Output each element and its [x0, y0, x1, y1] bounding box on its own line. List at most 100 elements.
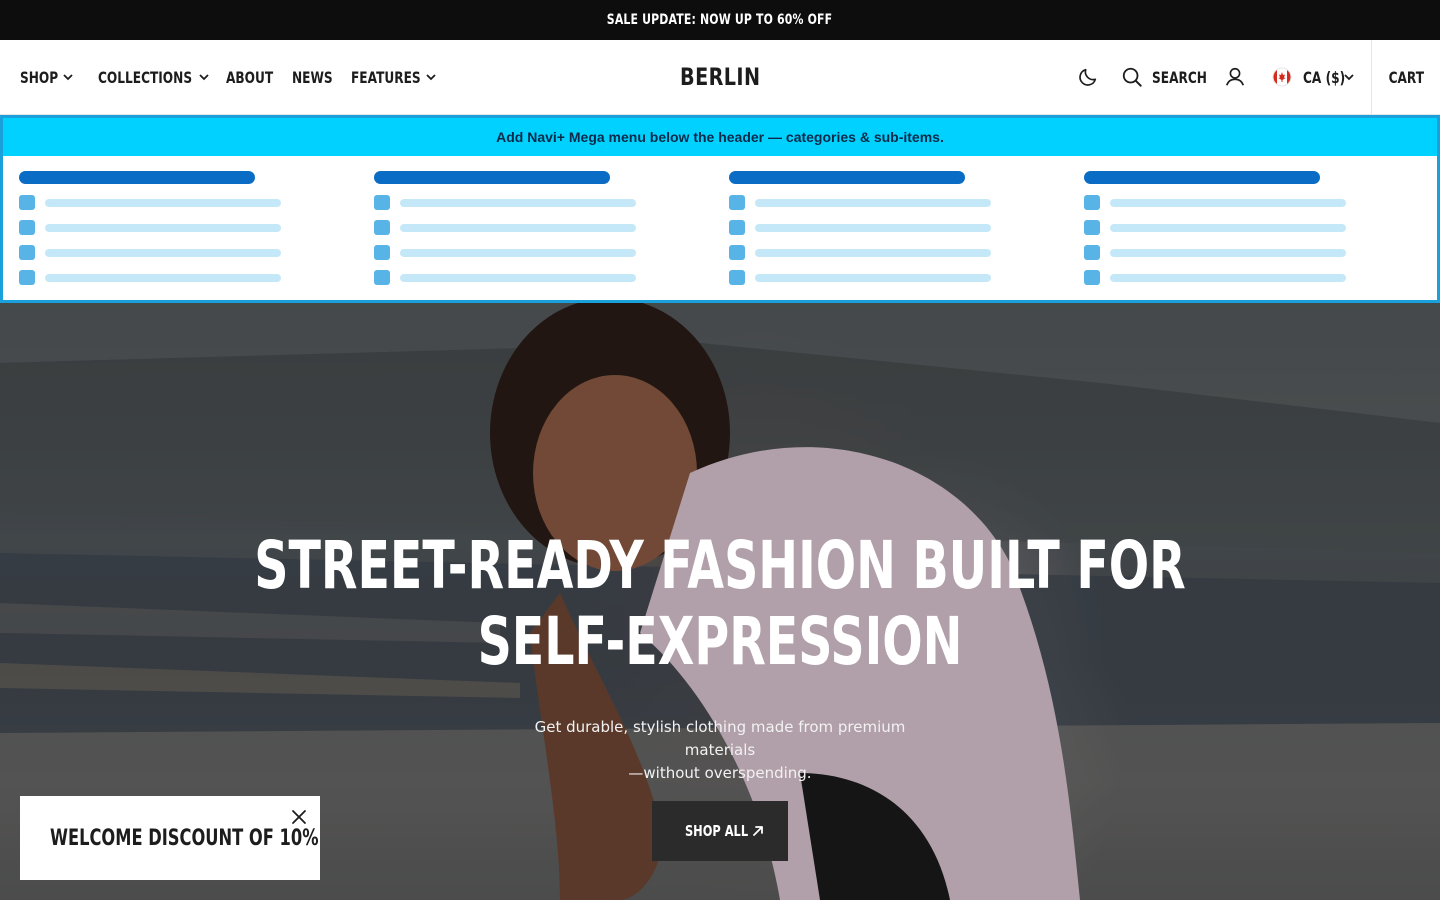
item-line: [755, 198, 991, 207]
item-square: [374, 195, 390, 210]
announcement-text: SALE UPDATE: NOW UP TO 60% OFF: [607, 12, 833, 28]
close-icon[interactable]: [290, 808, 308, 826]
item-line: [45, 223, 281, 232]
mega-menu-item-placeholder: [19, 245, 319, 260]
currency-label: CA ($): [1303, 67, 1346, 87]
site-header: SHOP COLLECTIONS ABOUT NEWS FEATURES BER…: [0, 40, 1440, 115]
hero-subtitle: Get durable, stylish clothing made from …: [500, 716, 940, 785]
item-line: [1110, 223, 1346, 232]
search-button[interactable]: SEARCH: [1121, 66, 1207, 88]
item-square: [1084, 245, 1100, 260]
nav-item-label: COLLECTIONS: [98, 67, 193, 87]
item-square: [374, 220, 390, 235]
mega-menu-category-placeholder: [1084, 171, 1320, 184]
mega-menu-item-placeholder: [1084, 195, 1384, 210]
mega-menu-item-placeholder: [374, 245, 674, 260]
item-square: [374, 245, 390, 260]
mega-menu-column: [729, 171, 1029, 285]
item-line: [45, 248, 281, 257]
cart-button[interactable]: CART: [1371, 40, 1440, 114]
user-icon: [1225, 67, 1245, 86]
item-square: [729, 220, 745, 235]
chevron-down-icon: [199, 74, 209, 81]
mega-menu-banner-text: Add Navi+ Mega menu below the header — c…: [496, 129, 944, 145]
hero-subtitle-line: —without overspending.: [628, 764, 812, 782]
item-line: [400, 223, 636, 232]
item-square: [1084, 220, 1100, 235]
mega-menu-item-placeholder: [1084, 245, 1384, 260]
site-logo[interactable]: BERLIN: [680, 63, 760, 91]
mega-menu-item-placeholder: [374, 195, 674, 210]
item-line: [755, 248, 991, 257]
welcome-discount-text: WELCOME DISCOUNT OF 10%: [50, 826, 319, 851]
item-square: [19, 195, 35, 210]
mega-menu-item-placeholder: [19, 270, 319, 285]
currency-selector[interactable]: CA ($): [1272, 67, 1355, 87]
mega-menu-column: [374, 171, 674, 285]
search-label: SEARCH: [1152, 67, 1207, 87]
item-square: [729, 245, 745, 260]
header-actions: SEARCH CA ($) CART: [1077, 40, 1440, 114]
main-nav: SHOP COLLECTIONS ABOUT NEWS FEATURES: [20, 40, 441, 114]
item-square: [729, 195, 745, 210]
item-square: [374, 270, 390, 285]
item-line: [400, 248, 636, 257]
account-button[interactable]: [1224, 66, 1246, 88]
item-square: [1084, 270, 1100, 285]
nav-item-collections[interactable]: COLLECTIONS: [98, 68, 226, 87]
shop-all-button[interactable]: SHOP ALL: [652, 801, 788, 861]
mega-menu-item-placeholder: [19, 195, 319, 210]
nav-item-features[interactable]: FEATURES: [351, 68, 441, 87]
mega-menu-item-placeholder: [374, 220, 674, 235]
mega-menu-item-placeholder: [729, 195, 1029, 210]
nav-item-label: NEWS: [292, 67, 333, 87]
item-line: [45, 273, 281, 282]
mega-menu-item-placeholder: [729, 245, 1029, 260]
nav-item-label: FEATURES: [351, 67, 421, 87]
nav-item-news[interactable]: NEWS: [292, 68, 351, 87]
item-square: [19, 245, 35, 260]
mega-menu-item-placeholder: [1084, 270, 1384, 285]
theme-toggle-button[interactable]: [1077, 66, 1099, 88]
item-line: [755, 273, 991, 282]
item-line: [45, 198, 281, 207]
item-line: [400, 198, 636, 207]
canada-flag-icon: [1272, 67, 1292, 87]
mega-menu-item-placeholder: [1084, 220, 1384, 235]
item-square: [1084, 195, 1100, 210]
welcome-discount-popup[interactable]: WELCOME DISCOUNT OF 10%: [20, 796, 320, 880]
mega-menu-column: [1084, 171, 1384, 285]
mega-menu-category-placeholder: [19, 171, 255, 184]
mega-menu-category-placeholder: [729, 171, 965, 184]
hero-title-line: STREET-READY FASHION BUILT FOR: [254, 527, 1186, 604]
cart-label: CART: [1388, 67, 1424, 87]
item-line: [1110, 248, 1346, 257]
moon-icon: [1079, 68, 1097, 86]
item-line: [755, 223, 991, 232]
mega-menu-placeholder: Add Navi+ Mega menu below the header — c…: [0, 115, 1440, 303]
hero-title-line: SELF-EXPRESSION: [477, 603, 963, 680]
nav-item-label: SHOP: [20, 67, 59, 87]
nav-item-shop[interactable]: SHOP: [20, 68, 98, 87]
item-square: [19, 270, 35, 285]
mega-menu-item-placeholder: [19, 220, 319, 235]
item-line: [400, 273, 636, 282]
search-icon: [1122, 67, 1142, 87]
mega-menu-banner: Add Navi+ Mega menu below the header — c…: [3, 118, 1437, 156]
mega-menu-item-placeholder: [729, 220, 1029, 235]
mega-menu-item-placeholder: [374, 270, 674, 285]
mega-menu-item-placeholder: [729, 270, 1029, 285]
item-square: [19, 220, 35, 235]
nav-item-about[interactable]: ABOUT: [226, 68, 292, 87]
item-line: [1110, 198, 1346, 207]
announcement-bar: SALE UPDATE: NOW UP TO 60% OFF: [0, 0, 1440, 40]
nav-item-label: ABOUT: [226, 67, 274, 87]
chevron-down-icon: [63, 74, 73, 81]
arrow-up-right-icon: [752, 826, 763, 836]
hero-subtitle-line: Get durable, stylish clothing made from …: [534, 718, 906, 759]
mega-menu-category-placeholder: [374, 171, 610, 184]
mega-menu-column: [19, 171, 319, 285]
chevron-down-icon: [426, 74, 436, 81]
hero-title: STREET-READY FASHION BUILT FOR SELF-EXPR…: [0, 528, 1440, 680]
item-square: [729, 270, 745, 285]
